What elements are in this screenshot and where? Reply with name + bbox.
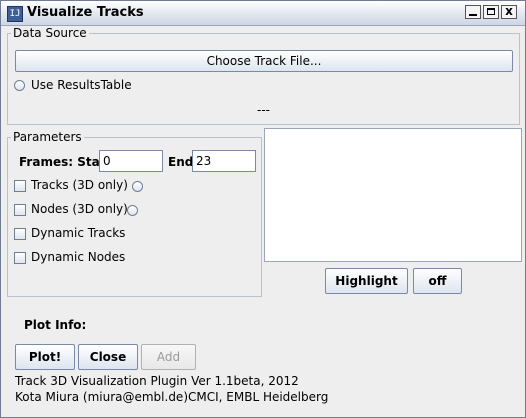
highlight-list-area[interactable] [264, 128, 522, 262]
minimize-button[interactable] [465, 5, 481, 19]
frames-end-label: End [168, 155, 194, 169]
nodes-3d-radio[interactable] [127, 205, 138, 216]
tracks-3d-checkbox[interactable] [14, 180, 26, 192]
close-window-button[interactable]: x [501, 4, 517, 19]
parameters-label: Parameters [11, 130, 84, 144]
choose-track-file-button[interactable]: Choose Track File... [15, 50, 513, 72]
maximize-icon [487, 8, 495, 15]
frames-start-input[interactable] [99, 150, 163, 172]
frames-end-input[interactable] [192, 150, 256, 172]
off-button[interactable]: off [413, 268, 462, 294]
close-icon: x [505, 4, 513, 18]
highlight-button[interactable]: Highlight [325, 268, 408, 294]
title-bar[interactable]: IJ Visualize Tracks x [1, 1, 525, 26]
tracks-3d-radio[interactable] [132, 181, 143, 192]
frames-start-label: Frames: Start [19, 155, 112, 169]
maximize-button[interactable] [483, 5, 499, 19]
nodes-3d-checkbox[interactable] [14, 204, 26, 216]
close-button[interactable]: Close [78, 344, 138, 370]
add-button: Add [141, 344, 196, 370]
dynamic-tracks-checkbox[interactable] [14, 228, 26, 240]
footer-author-text: Kota Miura (miura@embl.de)CMCI, EMBL Hei… [15, 390, 329, 404]
tracks-3d-label: Tracks (3D only) [31, 178, 128, 192]
dynamic-nodes-label: Dynamic Nodes [31, 250, 126, 264]
window-title: Visualize Tracks [27, 5, 144, 20]
plugin-window: IJ Visualize Tracks x Data Source Choose… [0, 0, 526, 418]
dynamic-nodes-checkbox[interactable] [14, 252, 26, 264]
plot-button[interactable]: Plot! [15, 344, 75, 370]
use-resultstable-label: Use ResultsTable [31, 78, 132, 92]
use-resultstable-radio[interactable] [14, 80, 25, 91]
data-source-label: Data Source [11, 26, 89, 40]
minimize-icon [469, 14, 477, 16]
dynamic-tracks-label: Dynamic Tracks [31, 226, 126, 240]
plot-info-label: Plot Info: [24, 318, 87, 332]
imagej-app-icon: IJ [7, 6, 23, 22]
file-status-text: --- [257, 103, 270, 117]
footer-version-text: Track 3D Visualization Plugin Ver 1.1bet… [15, 374, 299, 388]
nodes-3d-label: Nodes (3D only) [31, 202, 128, 216]
